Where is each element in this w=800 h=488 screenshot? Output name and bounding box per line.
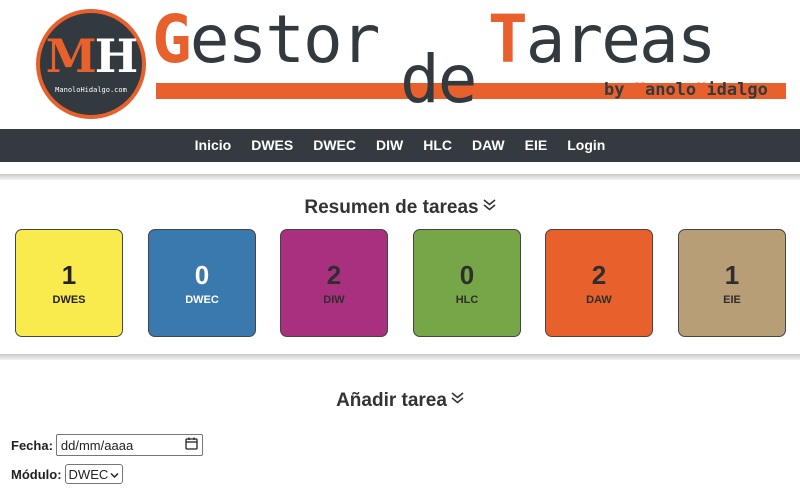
card-label: DWES (52, 294, 86, 306)
summary-card-eie[interactable]: 1 EIE (678, 229, 786, 337)
logo-letter-h: H (94, 29, 138, 83)
card-label: HLC (455, 294, 479, 306)
chevron-double-down-icon (451, 391, 464, 407)
summary-card-dwes[interactable]: 1 DWES (15, 229, 123, 337)
card-count: 1 (61, 260, 77, 290)
byline: by ManoloHidalgo (604, 80, 768, 100)
summary-title-text: Resumen de tareas (304, 197, 479, 218)
card-label: DWEC (185, 294, 219, 306)
logo-letter-m: M (45, 29, 97, 83)
byline-rest: anolo (644, 80, 697, 100)
add-task-title-text: Añadir tarea (336, 390, 447, 411)
fecha-date-input[interactable]: dd/mm/aaaa (55, 434, 203, 456)
site-logo[interactable]: MH ManoloHidalgo.com (36, 9, 146, 119)
summary-cards: 1 DWES 0 DWEC 2 DIW 0 HLC 2 DAW 1 EIE (15, 229, 787, 337)
title-cap: T (488, 1, 528, 78)
card-label: DIW (323, 294, 345, 306)
summary-title[interactable]: Resumen de tareas (0, 197, 800, 219)
byline-rest: idalgo (706, 80, 768, 100)
nav-item-dwes[interactable]: DWES (241, 129, 303, 162)
title-word-gestor: Gestor (152, 0, 381, 80)
card-count: 2 (591, 260, 607, 290)
fecha-label: Fecha: (11, 437, 53, 453)
card-count: 0 (459, 260, 475, 290)
nav-item-dwec[interactable]: DWEC (303, 129, 366, 162)
calendar-icon[interactable] (185, 437, 198, 453)
byline-prefix: by (604, 80, 635, 100)
section-divider (0, 354, 800, 360)
add-task-title[interactable]: Añadir tarea (0, 390, 800, 412)
nav-item-eie[interactable]: EIE (515, 129, 558, 162)
logo-inner: MH ManoloHidalgo.com (40, 13, 142, 115)
nav-item-diw[interactable]: DIW (366, 129, 413, 162)
fecha-row: Fecha: dd/mm/aaaa (11, 434, 203, 456)
card-count: 1 (724, 260, 740, 290)
card-label: EIE (723, 294, 741, 306)
card-count: 0 (194, 260, 210, 290)
card-count: 2 (326, 260, 342, 290)
nav-item-inicio[interactable]: Inicio (185, 129, 242, 162)
nav-item-hlc[interactable]: HLC (413, 129, 462, 162)
byline-cap: M (634, 80, 645, 100)
chevron-down-icon (110, 467, 119, 482)
title-word-tareas: Tareas (488, 0, 717, 80)
nav-item-login[interactable]: Login (557, 129, 615, 162)
summary-card-diw[interactable]: 2 DIW (280, 229, 388, 337)
byline-cap: H (696, 80, 707, 100)
logo-domain: ManoloHidalgo.com (55, 86, 127, 94)
modulo-row: Módulo: DWEC (11, 464, 124, 484)
chevron-double-down-icon (483, 198, 496, 214)
nav-item-daw[interactable]: DAW (462, 129, 515, 162)
title-rest: areas (525, 1, 717, 78)
title-cap: G (152, 1, 192, 78)
summary-card-dwec[interactable]: 0 DWEC (148, 229, 256, 337)
site-banner: MH ManoloHidalgo.com Gestor de Tareas by… (0, 0, 800, 129)
card-label: DAW (586, 294, 612, 306)
title-word-de: de (400, 41, 477, 118)
section-divider (0, 174, 800, 180)
main-nav: Inicio DWES DWEC DIW HLC DAW EIE Login (0, 129, 800, 162)
logo-monogram: MH (40, 31, 142, 81)
modulo-value: DWEC (68, 466, 109, 482)
summary-card-daw[interactable]: 2 DAW (545, 229, 653, 337)
title-rest: estor (189, 1, 381, 78)
fecha-value: dd/mm/aaaa (60, 437, 134, 453)
modulo-label: Módulo: (11, 466, 62, 482)
modulo-select[interactable]: DWEC (64, 464, 124, 484)
summary-card-hlc[interactable]: 0 HLC (413, 229, 521, 337)
